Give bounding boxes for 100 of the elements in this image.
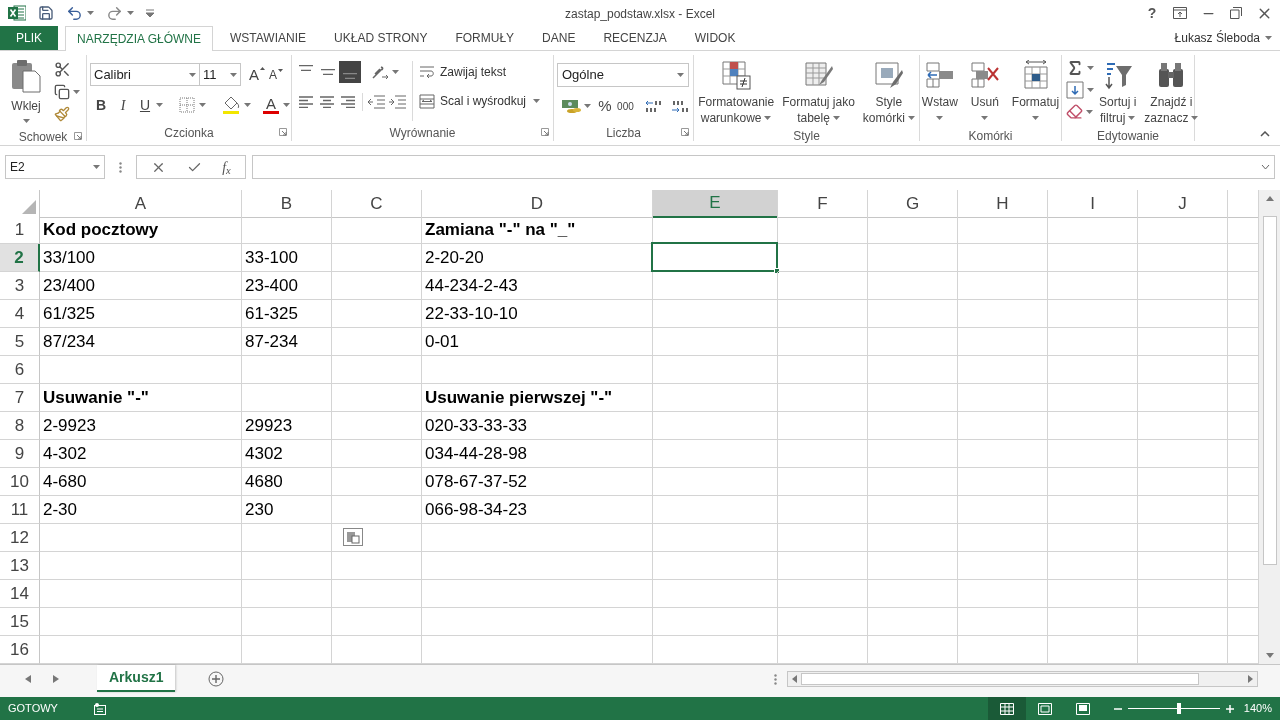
sheet-cell[interactable]	[1048, 580, 1138, 608]
row-header[interactable]: 4	[0, 300, 40, 328]
sheet-cell[interactable]	[242, 552, 332, 580]
borders-icon[interactable]	[179, 97, 195, 113]
sheet-cell[interactable]: 33-100	[242, 244, 332, 272]
sheet-cell[interactable]: Kod pocztowy	[40, 216, 242, 244]
column-header[interactable]: G	[868, 190, 958, 218]
sheet-cell[interactable]: 230	[242, 496, 332, 524]
sheet-cell[interactable]	[778, 300, 868, 328]
sheet-cell[interactable]	[653, 468, 778, 496]
row-header[interactable]: 5	[0, 328, 40, 356]
ribbon-tab[interactable]: FORMUŁY	[441, 26, 529, 50]
restore-icon[interactable]	[1230, 7, 1242, 19]
sheet-cell[interactable]	[1138, 216, 1228, 244]
sheet-cell[interactable]	[958, 412, 1048, 440]
row-header[interactable]: 9	[0, 440, 40, 468]
sheet-cell[interactable]	[778, 552, 868, 580]
sheet-cell[interactable]	[868, 272, 958, 300]
sheet-cell[interactable]	[242, 216, 332, 244]
sheet-cell[interactable]	[778, 244, 868, 272]
sheet-cell[interactable]: Usuwanie "-"	[40, 384, 242, 412]
sheet-cell[interactable]: 4-302	[40, 440, 242, 468]
sheet-cell[interactable]	[778, 608, 868, 636]
sheet-cell[interactable]: 034-44-28-98	[422, 440, 653, 468]
column-header[interactable]: H	[958, 190, 1048, 218]
paste-options-icon[interactable]	[343, 527, 363, 546]
sheet-cell[interactable]: 87/234	[40, 328, 242, 356]
user-name[interactable]: Łukasz Śleboda	[1174, 29, 1260, 47]
scroll-up-icon[interactable]	[1265, 196, 1274, 201]
font-style-button[interactable]: B	[90, 94, 112, 116]
column-header[interactable]: D	[422, 190, 653, 218]
scissors-icon[interactable]	[54, 61, 71, 78]
scroll-right-icon[interactable]	[1248, 675, 1253, 683]
ribbon-button[interactable]: Wstaw	[918, 57, 961, 126]
row-header[interactable]: 16	[0, 636, 40, 664]
sheet-cell[interactable]	[653, 412, 778, 440]
sheet-cell[interactable]	[1048, 496, 1138, 524]
sheet-cell[interactable]	[1138, 552, 1228, 580]
sheet-cell[interactable]	[958, 300, 1048, 328]
copy-icon[interactable]	[54, 84, 70, 100]
sheet-cell[interactable]	[958, 468, 1048, 496]
sheet-cell[interactable]	[1138, 580, 1228, 608]
sheet-cell[interactable]	[1138, 468, 1228, 496]
shrink-font-button[interactable]: A	[269, 68, 287, 81]
sheet-cell[interactable]	[958, 496, 1048, 524]
sheet-cell[interactable]	[958, 580, 1048, 608]
sheet-cell[interactable]	[1048, 244, 1138, 272]
sheet-cell[interactable]	[1138, 272, 1228, 300]
next-sheet-icon[interactable]	[53, 675, 59, 683]
sheet-cell[interactable]: 22-33-10-10	[422, 300, 653, 328]
row-header[interactable]: 15	[0, 608, 40, 636]
sheet-cell[interactable]	[778, 468, 868, 496]
sheet-cell[interactable]: Usuwanie pierwszej "-"	[422, 384, 653, 412]
paintbrush-icon[interactable]	[54, 106, 70, 122]
sheet-cell[interactable]	[958, 384, 1048, 412]
sheet-cell[interactable]	[653, 272, 778, 300]
horizontal-scrollbar[interactable]	[787, 671, 1258, 687]
scroll-left-icon[interactable]	[792, 675, 797, 683]
font-style-button[interactable]: U	[134, 94, 156, 116]
sheet-cell[interactable]	[653, 440, 778, 468]
row-header[interactable]: 12	[0, 524, 40, 552]
sheet-cell[interactable]	[868, 496, 958, 524]
sheet-cell[interactable]	[868, 356, 958, 384]
banknote-coins-icon[interactable]	[561, 98, 581, 115]
sheet-cell[interactable]	[332, 496, 422, 524]
sheet-cell[interactable]	[332, 244, 422, 272]
sheet-cell[interactable]	[1048, 552, 1138, 580]
collapse-ribbon-icon[interactable]	[1260, 131, 1270, 137]
sheet-cell[interactable]	[332, 216, 422, 244]
customize-toolbar-icon[interactable]	[146, 9, 154, 17]
sheet-cell[interactable]	[868, 216, 958, 244]
undo-icon[interactable]	[66, 4, 83, 22]
sheet-cell[interactable]	[422, 580, 653, 608]
sheet-cell[interactable]	[1048, 608, 1138, 636]
sheet-cell[interactable]	[868, 300, 958, 328]
sheet-cell[interactable]	[868, 580, 958, 608]
sheet-cell[interactable]	[778, 272, 868, 300]
column-header[interactable]: A	[40, 190, 242, 218]
scrollbar-thumb[interactable]	[801, 673, 1199, 685]
zoom-reading[interactable]: 140%	[1243, 700, 1272, 717]
sheet-cell[interactable]	[1138, 328, 1228, 356]
sheet-cell[interactable]	[422, 524, 653, 552]
sheet-cell[interactable]	[332, 384, 422, 412]
sheet-cell[interactable]	[868, 412, 958, 440]
sheet-cell[interactable]	[242, 384, 332, 412]
sheet-cell[interactable]	[958, 328, 1048, 356]
merge-center-button[interactable]: Scal i wyśrodkuj	[419, 91, 541, 111]
sheet-cell[interactable]: 44-234-2-43	[422, 272, 653, 300]
sheet-cell[interactable]	[40, 580, 242, 608]
sheet-cell[interactable]	[1138, 412, 1228, 440]
sheet-cell[interactable]	[868, 524, 958, 552]
sheet-cell[interactable]	[1138, 496, 1228, 524]
sheet-cell[interactable]	[40, 356, 242, 384]
ribbon-button[interactable]: Usuń	[966, 57, 1003, 126]
sheet-cell[interactable]	[1048, 440, 1138, 468]
sheet-cell[interactable]	[868, 244, 958, 272]
sheet-cell[interactable]	[778, 580, 868, 608]
row-header[interactable]: 14	[0, 580, 40, 608]
scrollbar-thumb[interactable]	[1262, 216, 1277, 565]
add-sheet-icon[interactable]	[208, 671, 225, 687]
